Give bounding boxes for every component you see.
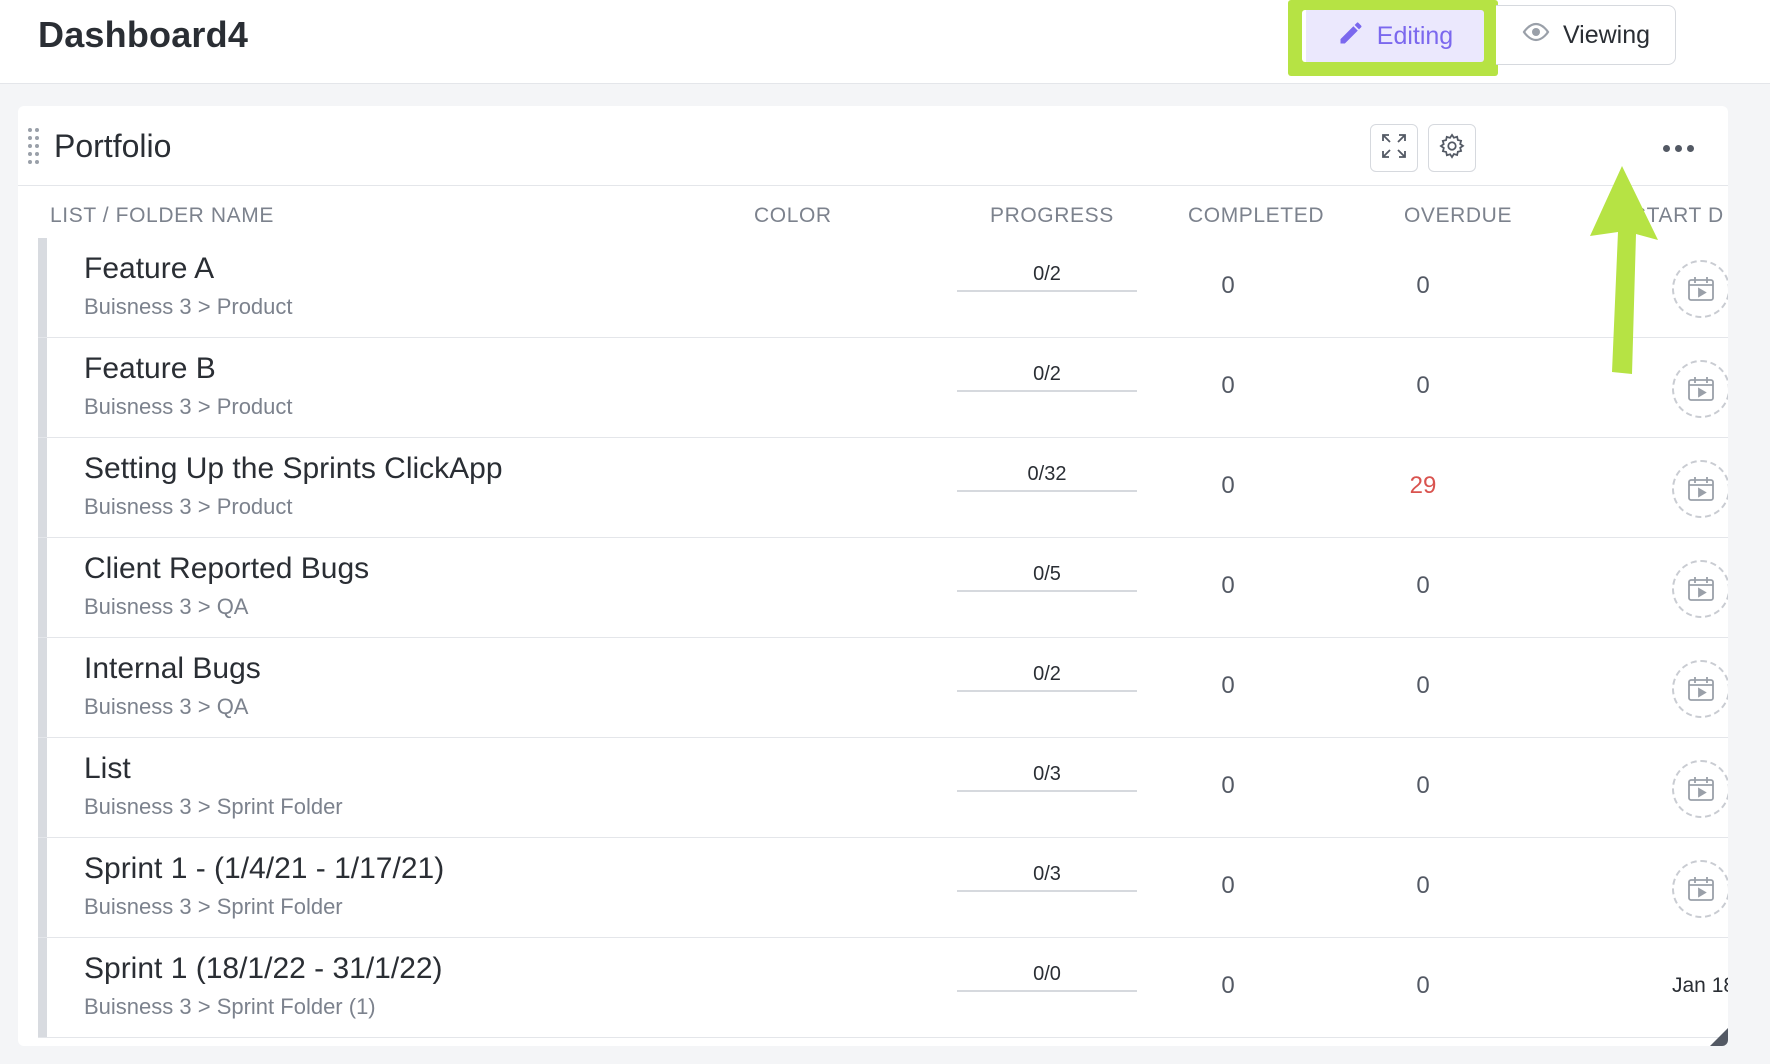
list-name[interactable]: Internal Bugs <box>84 652 261 686</box>
start-date-calendar-icon[interactable] <box>1672 460 1728 518</box>
row-color-bar <box>38 238 47 337</box>
list-path: Buisness 3 > QA <box>84 694 249 719</box>
row-color-bar <box>38 738 47 837</box>
overdue-count: 0 <box>1416 672 1430 699</box>
table-row[interactable]: Setting Up the Sprints ClickApp Buisness… <box>38 438 1728 538</box>
completed-count: 0 <box>1221 872 1235 899</box>
table-row[interactable]: Feature A Buisness 3 > Product 0/2 0 0 <box>38 238 1728 338</box>
completed-count: 0 <box>1221 472 1235 499</box>
widget-header: Portfolio <box>18 106 1728 186</box>
list-name[interactable]: Feature B <box>84 352 216 386</box>
dashboard-title: Dashboard4 <box>38 14 249 55</box>
list-name[interactable]: Sprint 1 (18/1/22 - 31/1/22) <box>84 952 443 986</box>
drag-handle-icon[interactable] <box>28 128 42 166</box>
top-bar: Dashboard4 Editing Viewing <box>0 0 1770 84</box>
completed-count: 0 <box>1221 572 1235 599</box>
eye-icon <box>1521 21 1551 50</box>
completed-count: 0 <box>1221 672 1235 699</box>
start-date-calendar-icon[interactable] <box>1672 260 1728 318</box>
resize-handle[interactable] <box>1710 1028 1728 1046</box>
row-color-bar <box>38 838 47 937</box>
row-color-bar <box>38 538 47 637</box>
pencil-icon <box>1337 19 1365 54</box>
start-date-calendar-icon[interactable] <box>1672 760 1728 818</box>
column-header-completed[interactable]: COMPLETED <box>1188 204 1324 228</box>
portfolio-widget: Portfolio LIST / FOLDER NAME COLOR PROGR… <box>18 106 1728 1046</box>
widget-title: Portfolio <box>54 128 172 164</box>
completed-count: 0 <box>1221 372 1235 399</box>
progress-field: 0/3 <box>957 856 1137 892</box>
progress-field: 0/0 <box>957 956 1137 992</box>
list-path: Buisness 3 > Sprint Folder <box>84 794 343 819</box>
overdue-count: 0 <box>1416 872 1430 899</box>
list-path: Buisness 3 > Sprint Folder (1) <box>84 994 376 1019</box>
table-row[interactable]: Feature B Buisness 3 > Product 0/2 0 0 <box>38 338 1728 438</box>
list-path: Buisness 3 > Product <box>84 294 293 319</box>
list-path: Buisness 3 > QA <box>84 594 249 619</box>
list-path: Buisness 3 > Product <box>84 494 293 519</box>
column-header-color[interactable]: COLOR <box>754 204 832 228</box>
list-name[interactable]: Feature A <box>84 252 214 286</box>
list-name[interactable]: Client Reported Bugs <box>84 552 369 586</box>
overdue-count: 0 <box>1416 772 1430 799</box>
editing-button[interactable]: Editing <box>1302 10 1484 62</box>
overdue-count: 0 <box>1416 372 1430 399</box>
list-path: Buisness 3 > Product <box>84 394 293 419</box>
table-row[interactable]: Sprint 1 (18/1/22 - 31/1/22) Buisness 3 … <box>38 938 1728 1038</box>
column-header-name[interactable]: LIST / FOLDER NAME <box>50 204 274 228</box>
table-row[interactable]: Sprint 1 - (1/4/21 - 1/17/21) Buisness 3… <box>38 838 1728 938</box>
expand-button[interactable] <box>1370 124 1418 172</box>
progress-field: 0/2 <box>957 356 1137 392</box>
start-date-calendar-icon[interactable] <box>1672 560 1728 618</box>
column-header-overdue[interactable]: OVERDUE <box>1404 204 1512 228</box>
table-row[interactable]: Client Reported Bugs Buisness 3 > QA 0/5… <box>38 538 1728 638</box>
expand-icon <box>1379 131 1409 166</box>
progress-field: 0/32 <box>957 456 1137 492</box>
list-path: Buisness 3 > Sprint Folder <box>84 894 343 919</box>
row-color-bar <box>38 638 47 737</box>
start-date-calendar-icon[interactable] <box>1672 860 1728 918</box>
row-color-bar <box>38 338 47 437</box>
viewing-button[interactable]: Viewing <box>1496 5 1676 65</box>
list-name[interactable]: List <box>84 752 131 786</box>
table-row[interactable]: Internal Bugs Buisness 3 > QA 0/2 0 0 <box>38 638 1728 738</box>
start-date-calendar-icon[interactable] <box>1672 360 1728 418</box>
progress-field: 0/2 <box>957 256 1137 292</box>
annotation-arrow-icon <box>1590 166 1658 374</box>
viewing-label: Viewing <box>1562 20 1651 49</box>
list-name[interactable]: Sprint 1 - (1/4/21 - 1/17/21) <box>84 852 444 886</box>
overdue-count: 29 <box>1409 472 1437 499</box>
list-name[interactable]: Setting Up the Sprints ClickApp <box>84 452 503 486</box>
settings-button[interactable] <box>1428 124 1476 172</box>
overdue-count: 0 <box>1416 572 1430 599</box>
completed-count: 0 <box>1221 972 1235 999</box>
gear-icon <box>1438 132 1466 165</box>
table-row[interactable]: List Buisness 3 > Sprint Folder 0/3 0 0 <box>38 738 1728 838</box>
overdue-count: 0 <box>1416 972 1430 999</box>
row-color-bar <box>38 938 47 1037</box>
row-color-bar <box>38 438 47 537</box>
progress-field: 0/3 <box>957 756 1137 792</box>
start-date-calendar-icon[interactable] <box>1672 660 1728 718</box>
progress-field: 0/2 <box>957 656 1137 692</box>
start-date-value[interactable]: Jan 18 <box>1672 974 1728 998</box>
completed-count: 0 <box>1221 772 1235 799</box>
progress-field: 0/5 <box>957 556 1137 592</box>
editing-label: Editing <box>1376 21 1454 50</box>
completed-count: 0 <box>1221 272 1235 299</box>
overdue-count: 0 <box>1416 272 1430 299</box>
more-options-icon[interactable] <box>1658 134 1698 162</box>
column-header-progress[interactable]: PROGRESS <box>990 204 1114 228</box>
